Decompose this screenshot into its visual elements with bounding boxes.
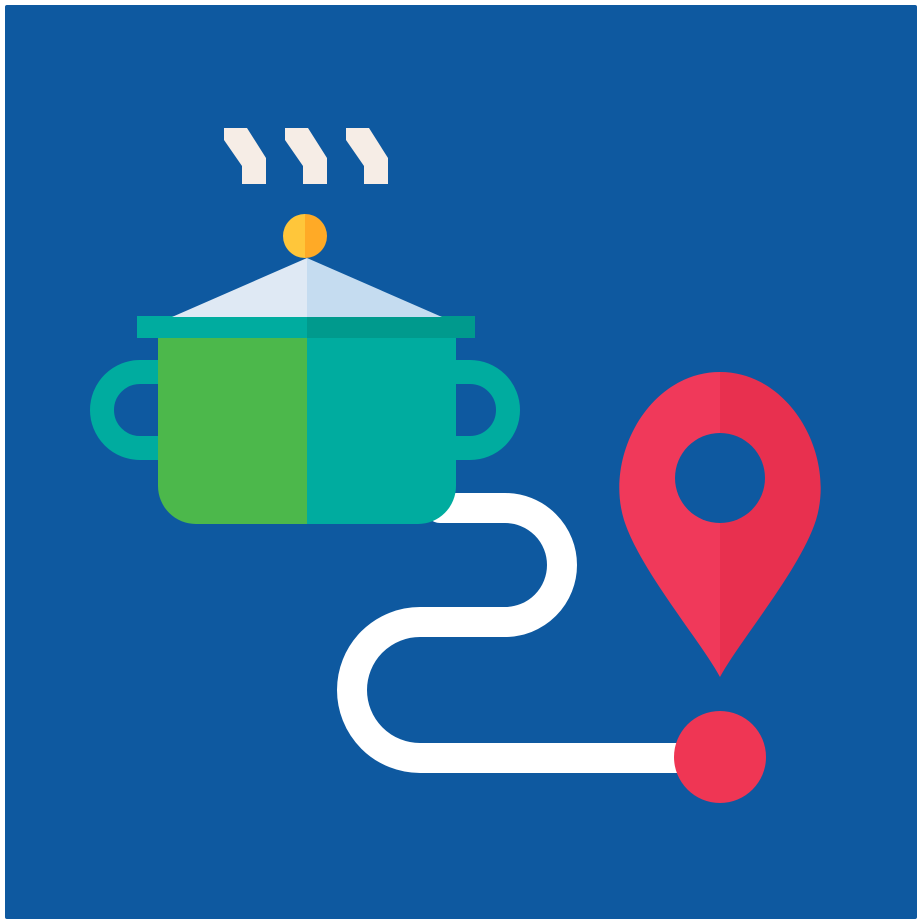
- destination-dot-icon: [674, 711, 766, 803]
- food-delivery-illustration: [5, 5, 917, 919]
- pot-body-right: [307, 336, 456, 524]
- illustration-frame: [0, 0, 922, 924]
- pot-body-left: [158, 336, 307, 524]
- pot-rim-left: [137, 316, 307, 338]
- pot-rim-right: [307, 316, 475, 338]
